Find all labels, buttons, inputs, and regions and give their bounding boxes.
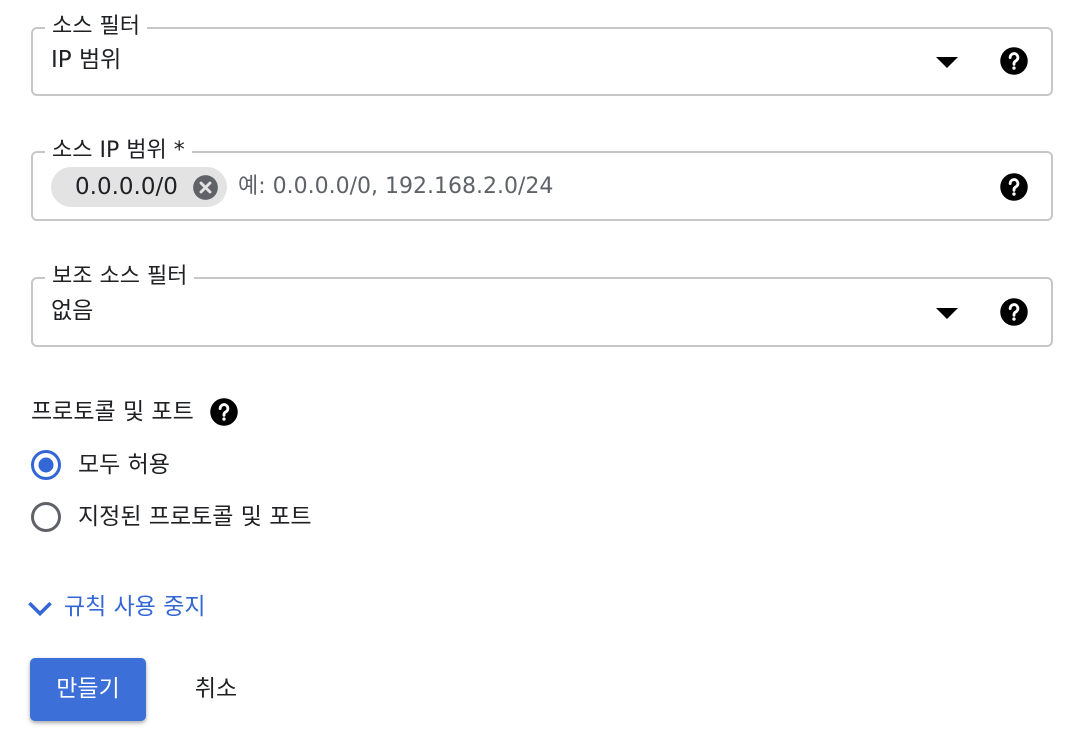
help-icon[interactable] xyxy=(999,46,1029,76)
secondary-source-filter-value[interactable]: 없음 xyxy=(51,297,93,325)
source-filter-select[interactable]: 소스 필터 IP 범위 xyxy=(31,14,1053,96)
radio-unselected-icon[interactable] xyxy=(30,501,62,533)
ip-range-input[interactable] xyxy=(238,167,938,205)
create-button[interactable]: 만들기 xyxy=(30,658,146,721)
source-ip-ranges-field[interactable]: 소스 IP 범위 * 0.0.0.0/0 xyxy=(31,138,1053,221)
radio-specified-protocols[interactable]: 지정된 프로토콜 및 포트 xyxy=(30,501,430,535)
secondary-source-filter-label: 보조 소스 필터 xyxy=(45,264,195,290)
ip-range-chip-text: 0.0.0.0/0 xyxy=(75,174,178,200)
secondary-source-filter-select[interactable]: 보조 소스 필터 없음 xyxy=(31,264,1053,347)
disable-rule-expander[interactable]: 규칙 사용 중지 xyxy=(26,591,286,625)
help-icon[interactable] xyxy=(209,397,239,427)
radio-specified-protocols-label[interactable]: 지정된 프로토콜 및 포트 xyxy=(78,503,312,531)
source-filter-label: 소스 필터 xyxy=(45,14,147,40)
source-ip-ranges-label: 소스 IP 범위 * xyxy=(45,138,192,164)
ip-range-chip[interactable]: 0.0.0.0/0 xyxy=(51,167,227,207)
source-filter-value[interactable]: IP 범위 xyxy=(51,46,121,74)
arrow-drop-down-icon[interactable] xyxy=(936,308,958,319)
help-icon[interactable] xyxy=(999,297,1029,327)
cancel-icon[interactable] xyxy=(192,174,219,201)
protocols-ports-title: 프로토콜 및 포트 xyxy=(31,399,194,425)
arrow-drop-down-icon[interactable] xyxy=(936,57,958,68)
radio-allow-all-label[interactable]: 모두 허용 xyxy=(78,451,170,479)
radio-selected-icon[interactable] xyxy=(30,449,62,481)
radio-allow-all[interactable]: 모두 허용 xyxy=(30,449,430,483)
cancel-button[interactable]: 취소 xyxy=(168,658,264,721)
chevron-down-icon[interactable] xyxy=(26,595,54,623)
help-icon[interactable] xyxy=(999,172,1029,202)
disable-rule-label[interactable]: 규칙 사용 중지 xyxy=(64,593,206,621)
